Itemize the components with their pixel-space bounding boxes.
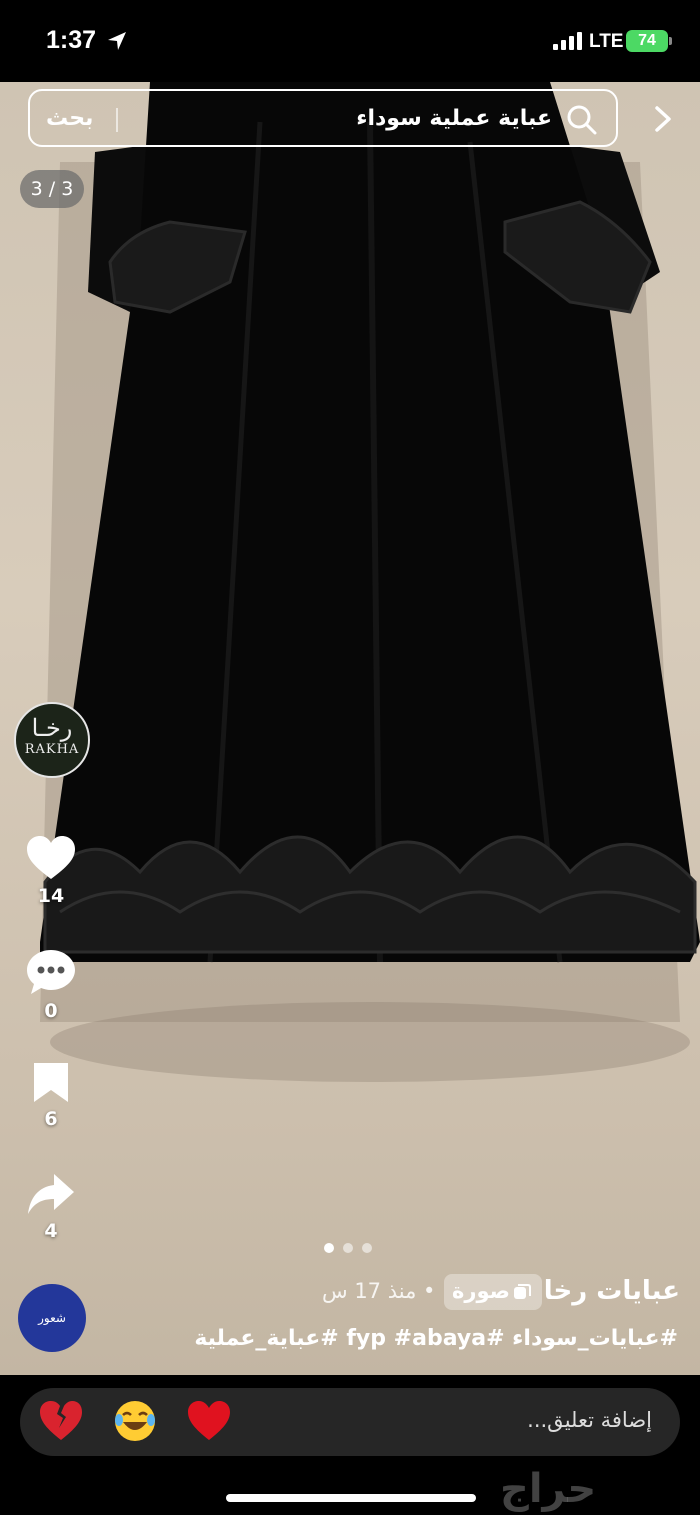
location-arrow-icon [108,32,126,50]
red-heart-icon[interactable] [186,1398,232,1444]
comment-input[interactable]: إضافة تعليق... [527,1408,652,1432]
signal-bars-icon [553,32,582,50]
bookmark-icon [34,1063,68,1102]
image-counter: 3 / 3 [20,170,84,208]
battery-icon: 74 [626,30,668,52]
search-divider [116,108,118,132]
save-count: 6 [44,1108,58,1130]
search-icon [567,105,597,135]
comment-button[interactable]: 0 [16,948,86,1022]
laughing-face-icon[interactable] [112,1398,158,1444]
battery-cap [669,37,672,45]
carousel-dot[interactable] [362,1243,372,1253]
chevron-right-icon[interactable] [650,104,676,134]
like-button[interactable]: 14 [16,835,86,907]
post-photo[interactable] [0,82,700,1375]
brand-avatar[interactable]: رخـا RAKHA [14,702,90,778]
like-count: 14 [37,885,65,907]
carousel-dots [324,1238,381,1257]
brand-avatar-english: RAKHA [24,742,80,757]
status-time: 1:37 [46,26,97,54]
carousel-dot[interactable] [343,1243,353,1253]
search-button[interactable]: بحث [46,106,93,131]
user-avatar[interactable]: شعور [18,1284,86,1352]
network-type: LTE [589,31,624,52]
share-count: 4 [44,1220,58,1242]
share-arrow-icon [28,1174,74,1214]
broken-heart-icon[interactable] [38,1398,84,1444]
abaya-image [40,82,700,1082]
photos-icon [514,1284,531,1299]
chat-bubble-icon [27,950,75,994]
status-bar: 1:37 LTE 74 [0,0,700,82]
heart-icon [27,836,75,879]
battery-level: 74 [638,32,656,49]
search-input[interactable]: عباية عملية سوداء [356,106,552,131]
post-time: • منذ 17 س [322,1279,436,1303]
post-hashtags[interactable]: #عبايات_سوداء #fyp #abaya #عباية_عملية [194,1326,678,1351]
post-type-label: صورة [452,1279,510,1303]
watermark-logo: حراج [500,1466,597,1512]
brand-avatar-arabic: رخـا [31,714,73,742]
home-indicator[interactable] [226,1494,476,1502]
author-name[interactable]: عبايات رخا [544,1276,680,1306]
carousel-dot-active[interactable] [324,1243,334,1253]
share-button[interactable]: 4 [16,1172,86,1242]
comment-count: 0 [44,1000,58,1022]
save-button[interactable]: 6 [16,1060,86,1130]
